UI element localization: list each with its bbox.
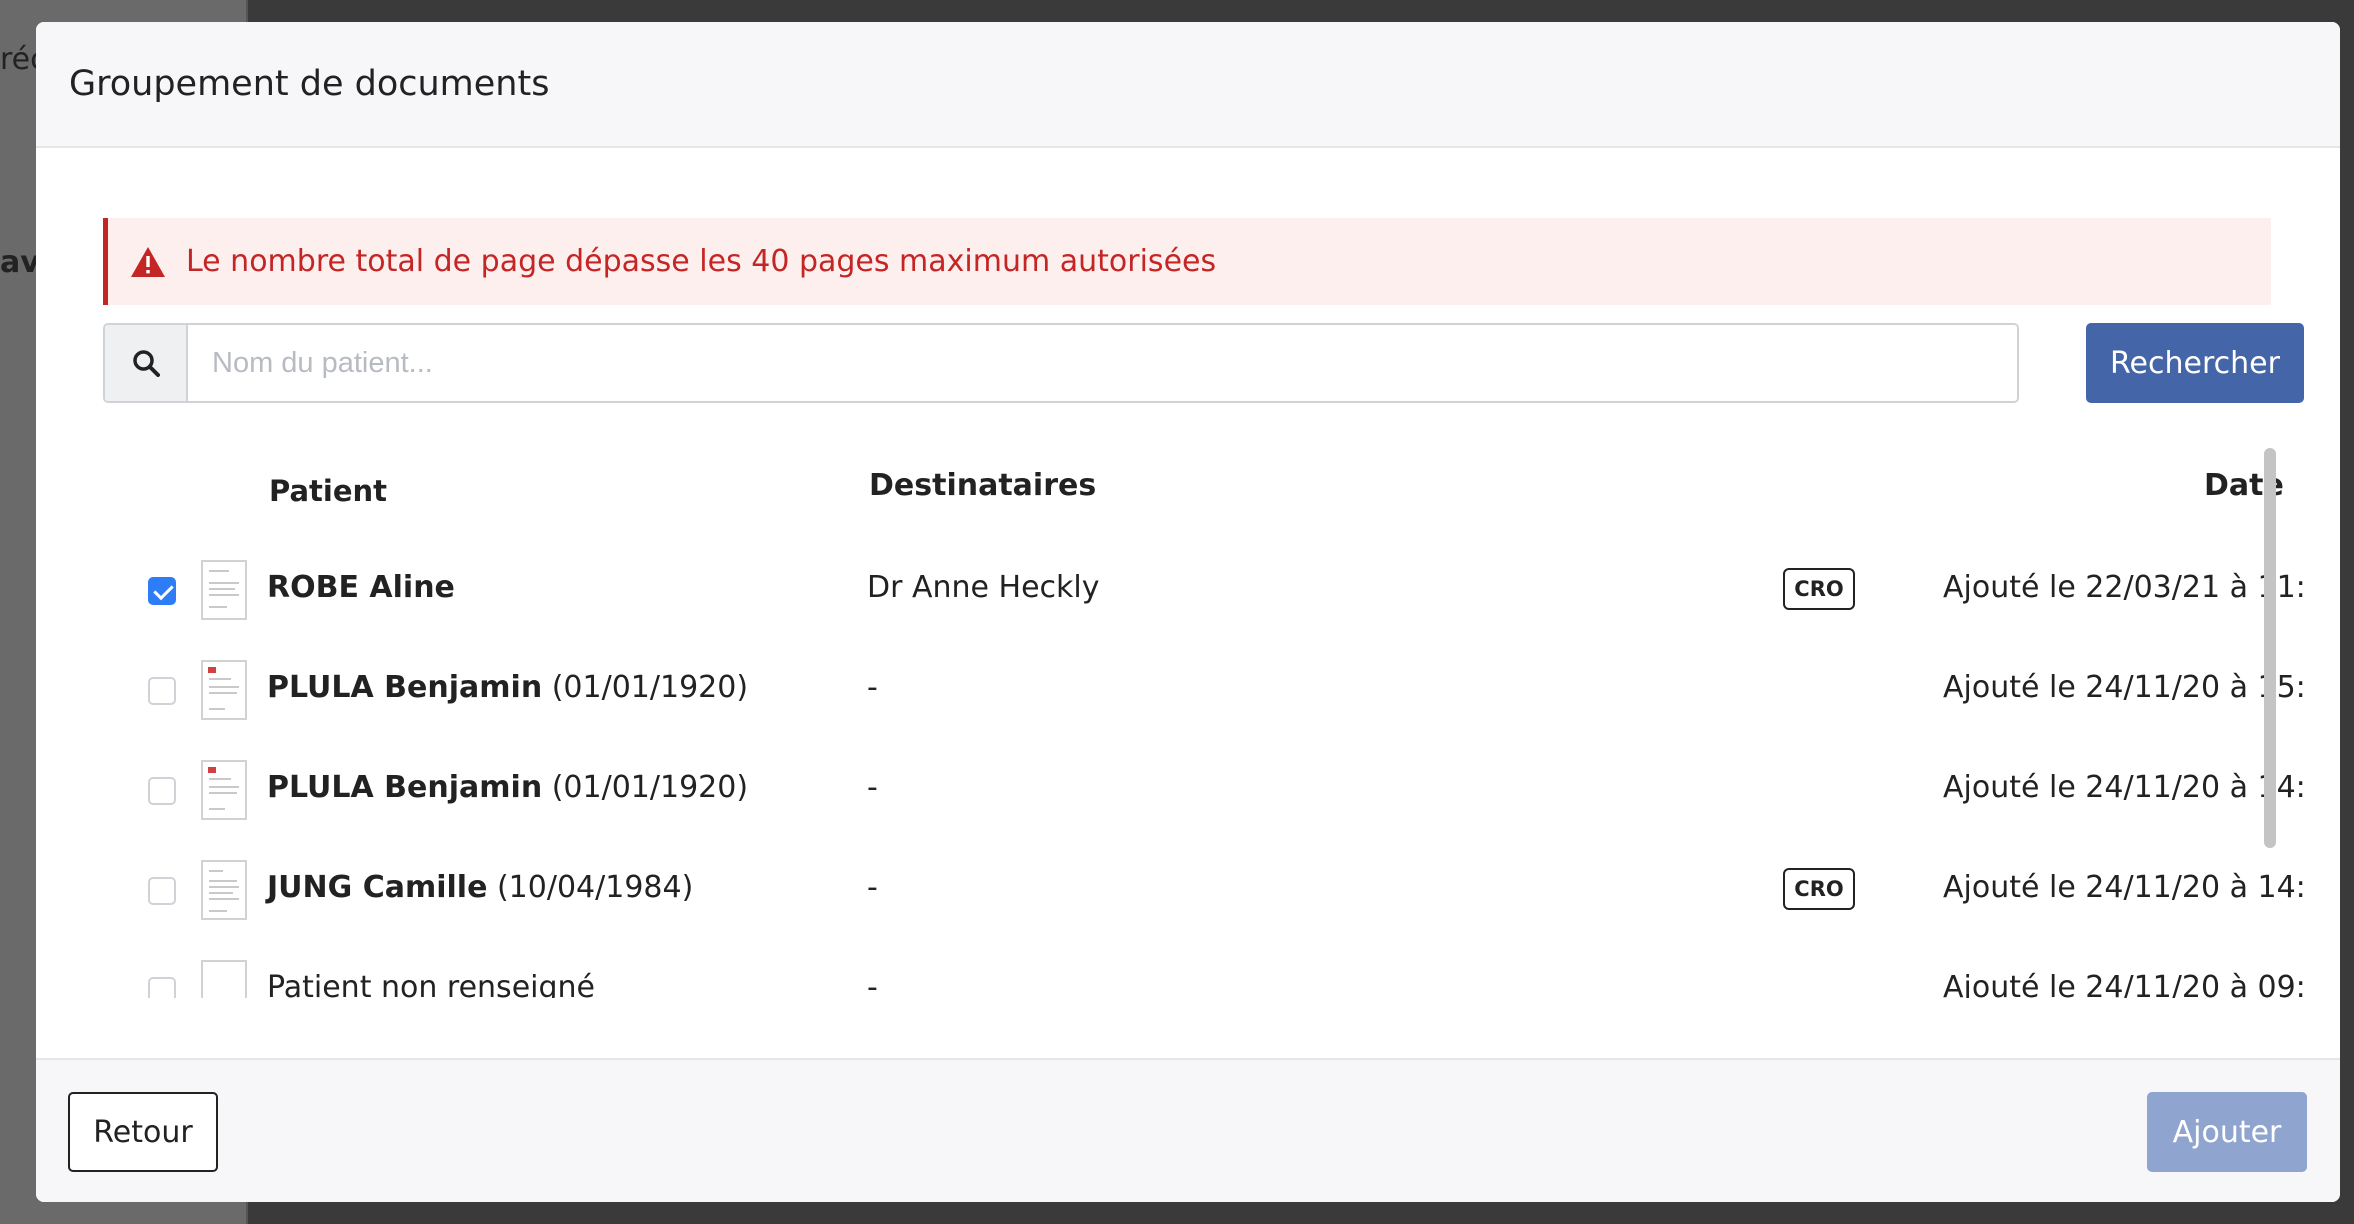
patient-dob: (10/04/1984)	[496, 870, 694, 905]
modal-body: Le nombre total de page dépasse les 40 p…	[36, 148, 2340, 1057]
row-checkbox[interactable]	[148, 777, 176, 805]
row-date: Ajouté le 24/11/20 à 14:29	[1943, 870, 2303, 905]
table-row[interactable]: JUNG Camille (10/04/1984) - CRO Ajouté l…	[103, 840, 2303, 940]
back-button[interactable]: Retour	[68, 1092, 218, 1172]
document-thumbnail	[201, 760, 247, 820]
table-row[interactable]: ROBE Aline Dr Anne Heckly CRO Ajouté le …	[103, 540, 2303, 640]
patient-search-input[interactable]	[188, 325, 2017, 401]
row-checkbox[interactable]	[148, 977, 176, 998]
document-thumbnail	[201, 560, 247, 620]
row-date: Ajouté le 24/11/20 à 09:14	[1943, 970, 2303, 998]
cro-badge: CRO	[1783, 568, 1855, 610]
row-date: Ajouté le 22/03/21 à 11:52	[1943, 570, 2303, 605]
patient-name: ROBE Aline	[267, 570, 455, 605]
row-destinataire: -	[867, 770, 878, 805]
modal-title: Groupement de documents	[69, 64, 550, 104]
search-icon	[132, 350, 160, 377]
row-destinataire: -	[867, 970, 878, 998]
modal-header: Groupement de documents	[36, 22, 2340, 148]
search-group	[103, 323, 2019, 403]
table-row[interactable]: PLULA Benjamin (01/01/1920) - Ajouté le …	[103, 740, 2303, 840]
document-thumbnail	[201, 960, 247, 998]
patient-name: PLULA Benjamin (01/01/1920)	[267, 670, 749, 705]
modal-footer: Retour Ajouter	[36, 1058, 2340, 1202]
row-destinataire: Dr Anne Heckly	[867, 570, 1100, 605]
patient-dob: (01/01/1920)	[551, 670, 749, 705]
warning-triangle-icon	[131, 246, 165, 277]
add-button[interactable]: Ajouter	[2147, 1092, 2307, 1172]
alert-text: Le nombre total de page dépasse les 40 p…	[186, 244, 1217, 279]
search-row: Rechercher	[103, 323, 2304, 403]
table-row[interactable]: Patient non renseigné - Ajouté le 24/11/…	[103, 940, 2303, 998]
grouping-modal: Groupement de documents Le nombre total …	[36, 22, 2340, 1202]
row-checkbox[interactable]	[148, 577, 176, 605]
row-checkbox[interactable]	[148, 877, 176, 905]
patient-unknown: Patient non renseigné	[267, 970, 595, 998]
search-button[interactable]: Rechercher	[2086, 323, 2304, 403]
row-checkbox[interactable]	[148, 677, 176, 705]
row-date: Ajouté le 24/11/20 à 14:30	[1943, 770, 2303, 805]
patient-name: PLULA Benjamin (01/01/1920)	[267, 770, 749, 805]
row-destinataire: -	[867, 870, 878, 905]
column-header-patient: Patient	[269, 474, 388, 508]
column-header-destinataires: Destinataires	[869, 468, 1097, 503]
table-row[interactable]: PLULA Benjamin (01/01/1920) - Ajouté le …	[103, 640, 2303, 740]
document-thumbnail	[201, 660, 247, 720]
patient-name: Patient non renseigné	[267, 970, 595, 998]
documents-table: Patient Destinataires Date ROBE Aline Dr…	[103, 438, 2303, 998]
row-date: Ajouté le 24/11/20 à 15:20	[1943, 670, 2303, 705]
patient-dob: (01/01/1920)	[551, 770, 749, 805]
cro-badge: CRO	[1783, 868, 1855, 910]
table-scrollbar[interactable]	[2264, 448, 2276, 848]
patient-name: JUNG Camille (10/04/1984)	[267, 870, 694, 905]
page-limit-alert: Le nombre total de page dépasse les 40 p…	[103, 218, 2271, 305]
row-destinataire: -	[867, 670, 878, 705]
document-thumbnail	[201, 860, 247, 920]
search-addon	[105, 325, 188, 401]
